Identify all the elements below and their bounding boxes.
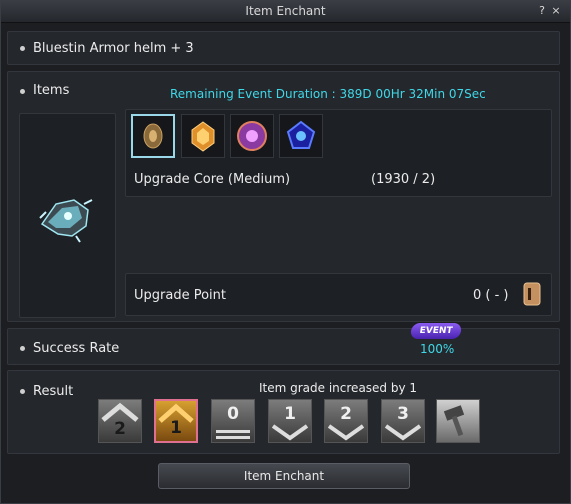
upgrade-core-count: (1930 / 2) (371, 172, 436, 187)
bullet-icon (20, 346, 25, 351)
material-slot[interactable] (181, 114, 225, 158)
broken-item-button[interactable] (436, 399, 480, 443)
upgrade-point-area: Upgrade Point 0 ( - ) (125, 273, 552, 316)
material-slot[interactable] (279, 114, 323, 158)
bullet-icon (20, 389, 25, 394)
event-badge: EVENT (409, 323, 463, 339)
grade-down-2-button[interactable]: 2 (98, 399, 142, 443)
item-enchant-button[interactable]: Item Enchant (158, 463, 410, 489)
bullet-icon (20, 46, 25, 51)
window-title: Item Enchant (245, 4, 326, 18)
item-enchant-window: Item Enchant ? × Bluestin Armor helm + 3… (0, 0, 571, 504)
brown-core-icon (143, 123, 163, 149)
grade-number: 2 (114, 419, 126, 439)
grade-down-1-button[interactable]: 1 (154, 399, 198, 443)
chevron-down-icon (327, 424, 365, 441)
grade-zero-button[interactable]: 0 (211, 399, 255, 443)
success-rate-label: Success Rate (33, 341, 120, 356)
materials-area: Upgrade Core (Medium) (1930 / 2) (125, 109, 552, 197)
items-label: Items (33, 83, 70, 98)
grade-up-3-button[interactable]: 3 (381, 399, 425, 443)
hammer-icon (443, 405, 465, 437)
event-duration: Remaining Event Duration : 389D 00Hr 32M… (170, 87, 486, 101)
upgrade-point-value: 0 ( - ) (473, 288, 509, 303)
result-message: Item grade increased by 1 (259, 381, 418, 395)
material-slot[interactable] (230, 114, 274, 158)
help-button[interactable]: ? (536, 5, 548, 17)
target-item-slot[interactable] (19, 113, 116, 318)
grade-up-1-button[interactable]: 1 (268, 399, 312, 443)
bars-icon (216, 430, 250, 439)
blue-pentagon-icon (286, 120, 316, 149)
close-button[interactable]: × (550, 5, 562, 17)
items-panel: Items Remaining Event Duration : 389D 00… (7, 71, 560, 322)
grade-number: 1 (170, 418, 182, 438)
success-rate-panel: Success Rate EVENT 100% (7, 323, 560, 365)
result-label: Result (33, 384, 74, 399)
scroll-icon[interactable] (519, 280, 545, 308)
item-name: Bluestin Armor helm + 3 (33, 41, 194, 56)
upgrade-core-label: Upgrade Core (Medium) (134, 172, 291, 187)
title-bar[interactable]: Item Enchant ? × (1, 1, 570, 23)
helm-icon (39, 199, 93, 243)
orange-crystal-icon (191, 121, 215, 152)
upgrade-point-label: Upgrade Point (134, 288, 226, 303)
bullet-icon (20, 89, 25, 94)
item-name-panel: Bluestin Armor helm + 3 (7, 31, 560, 65)
grade-up-2-button[interactable]: 2 (324, 399, 368, 443)
material-slot[interactable] (131, 114, 175, 158)
chevron-down-icon (271, 424, 309, 441)
purple-orb-icon (237, 121, 267, 151)
success-rate-value: 100% (420, 342, 455, 356)
chevron-down-icon (384, 424, 422, 441)
